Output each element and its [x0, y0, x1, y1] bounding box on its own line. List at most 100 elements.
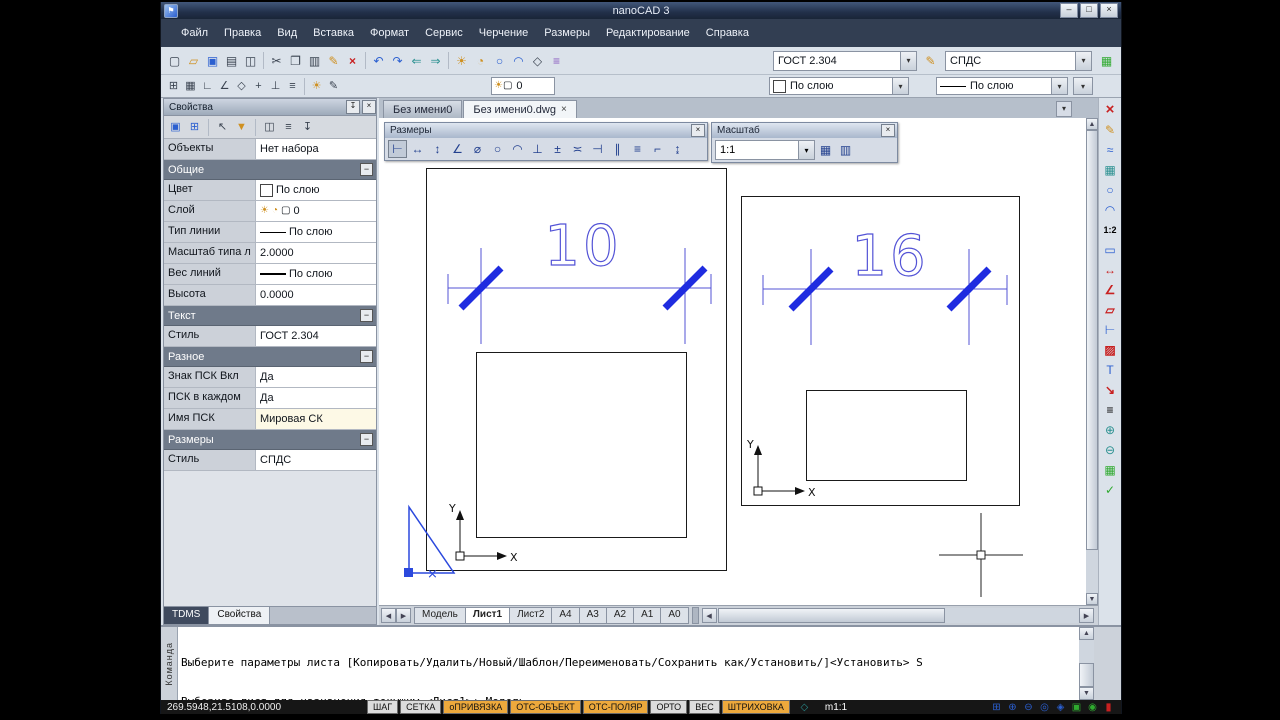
- scroll-up-icon[interactable]: ▲: [1079, 627, 1094, 640]
- minimize-button[interactable]: –: [1060, 3, 1078, 18]
- table-teal-icon[interactable]: ▦: [1101, 161, 1119, 178]
- grid-green-icon[interactable]: ▦: [1101, 461, 1119, 478]
- title-bar[interactable]: ⚑ nanoCAD 3 – □ ×: [161, 2, 1121, 19]
- tab-list-icon[interactable]: ▾: [1056, 101, 1072, 117]
- scrollbar-thumb[interactable]: [1086, 130, 1098, 550]
- sheet-prev-icon[interactable]: ◀: [381, 608, 396, 623]
- undo-icon[interactable]: ↶: [369, 51, 388, 70]
- prop-value[interactable]: 0.0000: [256, 285, 376, 305]
- measure-area-icon[interactable]: ▱: [1101, 301, 1119, 318]
- rectangle-icon[interactable]: ▭: [1101, 241, 1119, 258]
- dim-baseline-icon[interactable]: ≍: [568, 140, 587, 158]
- menu-format[interactable]: Формат: [362, 24, 417, 42]
- prop-section-text[interactable]: Текст −: [164, 306, 376, 326]
- splitter-handle[interactable]: [691, 607, 699, 624]
- osnap-mode-icon[interactable]: ◇: [233, 78, 250, 95]
- plot-icon[interactable]: ▤: [222, 51, 241, 70]
- preview-icon[interactable]: ◫: [241, 51, 260, 70]
- prop-value[interactable]: Нет набора: [256, 139, 376, 159]
- menu-edit[interactable]: Правка: [216, 24, 269, 42]
- sun-icon[interactable]: ☀: [452, 51, 471, 70]
- doc-tab-unnamed0-dwg[interactable]: Без имени0.dwg ×: [463, 100, 577, 118]
- toggle-grid[interactable]: СЕТКА: [400, 700, 442, 714]
- scrollbar-thumb[interactable]: [1079, 663, 1094, 687]
- scrollbar-thumb[interactable]: [717, 608, 946, 623]
- dim-vertical-icon[interactable]: ↕: [428, 140, 447, 158]
- dim-ordinate-icon[interactable]: ≡: [628, 140, 647, 158]
- layer-edit-icon[interactable]: ✎: [325, 78, 342, 95]
- scale-list-icon[interactable]: ▦: [816, 141, 835, 159]
- settings-icon[interactable]: ≡: [280, 119, 297, 136]
- dim-update-icon[interactable]: ↨: [668, 140, 687, 158]
- layer-field[interactable]: ☀ ▢ 0: [491, 77, 555, 95]
- region-icon[interactable]: ◔: [471, 51, 490, 70]
- sheet-next-icon[interactable]: ▶: [396, 608, 411, 623]
- hatch-icon[interactable]: ▨: [1101, 341, 1119, 358]
- prop-value[interactable]: 2.0000: [256, 243, 376, 263]
- toggle-lineweight[interactable]: ВЕС: [689, 700, 720, 714]
- menu-file[interactable]: Файл: [173, 24, 216, 42]
- prop-value[interactable]: По слою: [256, 264, 376, 284]
- redo-icon[interactable]: ↷: [388, 51, 407, 70]
- select-all-icon[interactable]: ▣: [167, 119, 184, 136]
- pin-panel-icon[interactable]: ↧: [346, 100, 360, 114]
- sheet-tab-a3[interactable]: А3: [579, 607, 607, 624]
- close-icon[interactable]: ×: [881, 124, 895, 137]
- scale-1-2-icon[interactable]: 1:2: [1101, 221, 1119, 238]
- chevron-down-icon[interactable]: ▾: [1074, 78, 1092, 94]
- arc-tool-icon[interactable]: ◠: [509, 51, 528, 70]
- osnap-indicator-icon[interactable]: ◇: [798, 701, 811, 713]
- toggle-otrack-object[interactable]: ОТС-ОБЪЕКТ: [510, 700, 581, 714]
- drawing-canvas[interactable]: 10 16 Y X × Y X: [379, 118, 1086, 605]
- scale-combo[interactable]: 1:1 ▾: [715, 140, 815, 160]
- prop-value[interactable]: По слою: [256, 222, 376, 242]
- pin-panel-icon[interactable]: ↧: [299, 119, 316, 136]
- dim-arc-icon[interactable]: ◠: [508, 140, 527, 158]
- tab-tdms[interactable]: TDMS: [164, 607, 210, 624]
- leader-icon[interactable]: ↘: [1101, 381, 1119, 398]
- scroll-down-icon[interactable]: ▼: [1086, 593, 1098, 605]
- toggle-snap[interactable]: ШАГ: [367, 700, 399, 714]
- command-scrollbar[interactable]: ▲ ▼: [1079, 627, 1094, 700]
- zoom-window-icon[interactable]: ⊞: [990, 701, 1003, 713]
- toggle-ortho[interactable]: ОРТО: [650, 700, 688, 714]
- dim-angular-icon[interactable]: ∠: [448, 140, 467, 158]
- scroll-down-icon[interactable]: ▼: [1079, 687, 1094, 700]
- maximize-button[interactable]: □: [1080, 3, 1098, 18]
- collapse-icon[interactable]: −: [360, 163, 373, 176]
- dimensions-toolbar-title[interactable]: Размеры ×: [385, 123, 707, 138]
- dim-diameter-icon[interactable]: ⌀: [468, 140, 487, 158]
- erase-icon[interactable]: ×: [343, 51, 362, 70]
- arc-icon[interactable]: ◠: [1101, 201, 1119, 218]
- menu-insert[interactable]: Вставка: [305, 24, 362, 42]
- copy-icon[interactable]: ❐: [286, 51, 305, 70]
- zoom-in-icon[interactable]: ⊕: [1101, 421, 1119, 438]
- filter-icon[interactable]: ▼: [233, 119, 250, 136]
- dim-parallel-icon[interactable]: ∥: [608, 140, 627, 158]
- measure-length-icon[interactable]: ↔: [1101, 261, 1119, 278]
- spline-icon[interactable]: ≈: [1101, 141, 1119, 158]
- stop-icon[interactable]: ▮: [1102, 701, 1115, 713]
- sheet-tab-model[interactable]: Модель: [414, 607, 466, 624]
- text-style-edit-icon[interactable]: ✎: [921, 51, 940, 70]
- erase-red-icon[interactable]: ×: [1101, 101, 1119, 118]
- prop-value[interactable]: ГОСТ 2.304: [256, 326, 376, 346]
- pick-object-icon[interactable]: ↖: [214, 119, 231, 136]
- chevron-down-icon[interactable]: ▾: [1075, 51, 1091, 70]
- cut-icon[interactable]: ✂: [267, 51, 286, 70]
- text-tool-icon[interactable]: T: [1101, 361, 1119, 378]
- sheet-tab-a4[interactable]: А4: [552, 607, 580, 624]
- menu-dimensions[interactable]: Размеры: [536, 24, 598, 42]
- link-back-icon[interactable]: ⇐: [407, 51, 426, 70]
- prop-section-misc[interactable]: Разное −: [164, 347, 376, 367]
- close-panel-icon[interactable]: ×: [362, 100, 376, 114]
- scroll-left-icon[interactable]: ◀: [701, 608, 717, 623]
- quick-select-icon[interactable]: ⊞: [186, 119, 203, 136]
- link-forward-icon[interactable]: ⇒: [426, 51, 445, 70]
- ok-icon[interactable]: ▣: [1070, 701, 1083, 713]
- scale-apply-icon[interactable]: ▥: [836, 141, 855, 159]
- prop-value[interactable]: Да: [256, 388, 376, 408]
- save-icon[interactable]: ▣: [203, 51, 222, 70]
- menu-tools[interactable]: Сервис: [417, 24, 471, 42]
- collapse-icon[interactable]: −: [360, 350, 373, 363]
